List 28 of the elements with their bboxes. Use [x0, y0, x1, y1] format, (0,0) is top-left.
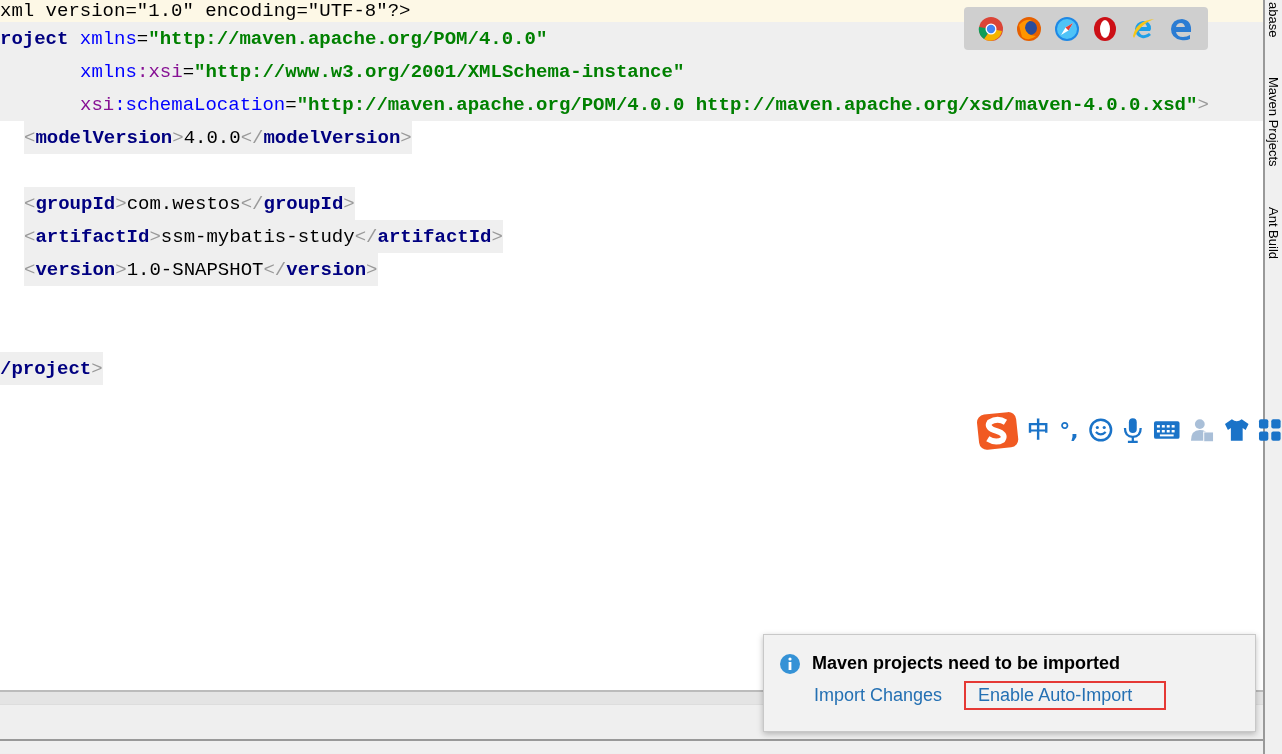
- code-line: xml version="1.0" encoding="UTF-8"?>: [0, 0, 411, 22]
- smiley-icon[interactable]: [1087, 417, 1114, 443]
- letter-o-icon: [1092, 15, 1118, 42]
- info-icon: [780, 653, 800, 674]
- microphone-icon[interactable]: [1122, 417, 1144, 443]
- ime-button[interactable]: 中: [1028, 415, 1051, 445]
- compass-icon: [1054, 15, 1080, 42]
- code-line: roject xmlns="http://maven.apache.org/POM/4.0.0": [0, 27, 548, 50]
- fox-globe-icon: [1016, 15, 1042, 42]
- side-tab[interactable]: abase: [1266, 2, 1281, 38]
- ime-button[interactable]: °,: [1059, 417, 1079, 443]
- side-tab[interactable]: Maven Projects: [1266, 77, 1281, 167]
- code-line: <modelVersion>4.0.0</modelVersion>: [24, 126, 412, 149]
- notification-link[interactable]: Enable Auto-Import: [964, 681, 1167, 710]
- shirt-icon[interactable]: [1223, 418, 1250, 442]
- code-line: <groupId>com.westos</groupId>: [24, 192, 355, 215]
- side-tab[interactable]: Ant Build: [1266, 207, 1281, 260]
- notification-title: Maven projects need to be imported: [812, 653, 1121, 674]
- keyboard-icon[interactable]: [1152, 419, 1181, 441]
- chrome-logo-icon: [978, 15, 1004, 42]
- code-line: <version>1.0-SNAPSHOT</version>: [24, 258, 378, 281]
- code-line: xmlns:xsi="http://www.w3.org/2001/XMLSchema-instance": [80, 60, 685, 83]
- grid-icon[interactable]: [1258, 418, 1282, 442]
- notification-link[interactable]: Import Changes: [812, 681, 957, 710]
- code-line: <artifactId>ssm-mybatis-study</artifactId>: [24, 225, 503, 248]
- s-logo-icon[interactable]: [976, 409, 1020, 451]
- code-line: xsi:schemaLocation="http://maven.apache.org/POM/4.0.0 http://maven.apache.org/xsd/maven-4.0.0.xsd">: [80, 93, 1209, 116]
- code-line: /project>: [0, 357, 103, 380]
